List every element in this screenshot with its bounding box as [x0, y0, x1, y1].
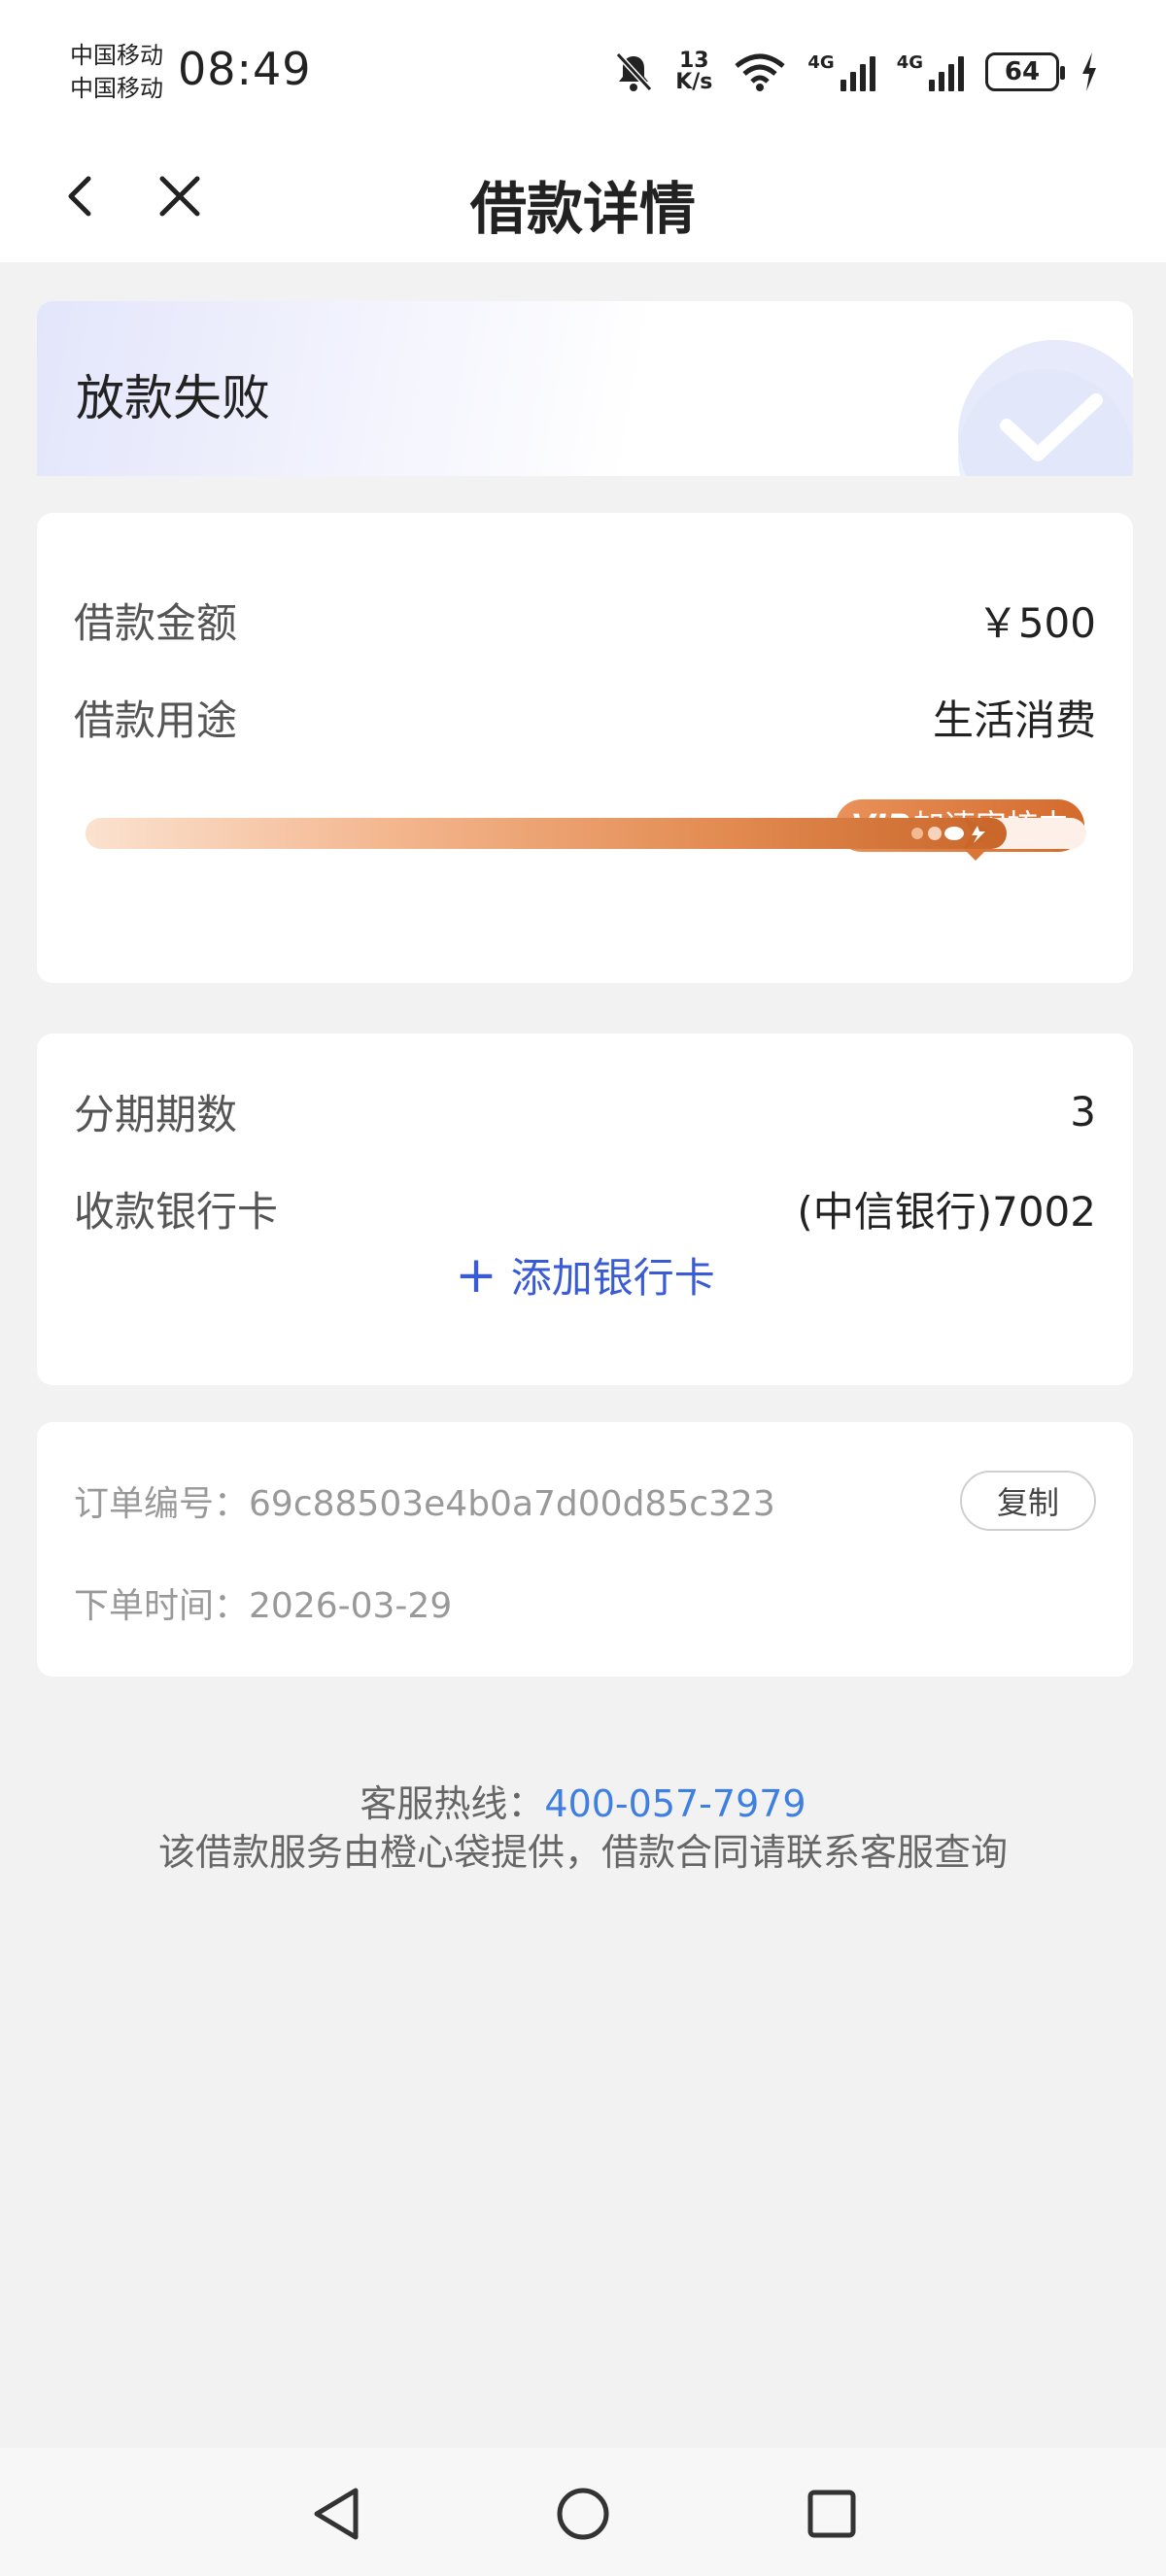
progress-fill: [86, 818, 1007, 849]
loan-purpose-label: 借款用途: [74, 695, 238, 744]
carrier-bottom: 中国移动: [70, 75, 163, 102]
review-progress-bar: [86, 804, 1086, 863]
rocket-icon: [910, 818, 997, 849]
check-icon: [1000, 393, 1103, 461]
loan-status: 放款失败: [76, 370, 270, 426]
net-speed-unit: K/s: [675, 70, 713, 94]
bank-card-label: 收款银行卡: [74, 1187, 279, 1236]
signal-strength-1: 4G: [807, 52, 875, 91]
order-info-card: 订单编号：69c88503e4b0a7d00d85c323 复制 下单时间：20…: [37, 1422, 1133, 1677]
order-time-label: 下单时间：: [74, 1586, 250, 1626]
loan-purpose-value: 生活消费: [932, 695, 1096, 744]
signal-strength-2: 4G: [897, 52, 964, 91]
installment-periods-row: 分期期数 3: [74, 1082, 1096, 1140]
hotline: 客服热线：400-057-7979: [0, 1774, 1166, 1827]
service-notice: 该借款服务由橙心袋提供，借款合同请联系客服查询: [157, 1831, 1008, 1874]
page-title: 借款详情: [469, 176, 696, 242]
loan-amount-row: 借款金额 ￥500: [74, 591, 1096, 649]
periods-label: 分期期数: [74, 1090, 238, 1138]
loan-status-card: 放款失败: [37, 301, 1133, 476]
order-number-value: 69c88503e4b0a7d00d85c323: [249, 1484, 775, 1524]
nav-back-triangle-icon[interactable]: [305, 2483, 367, 2545]
loan-amount-label: 借款金额: [74, 598, 238, 647]
plus-icon: +: [455, 1246, 497, 1305]
signal-2-label: 4G: [896, 52, 923, 73]
order-number-label: 订单编号：: [74, 1484, 250, 1524]
bell-off-icon: [615, 51, 653, 92]
order-number-row: 订单编号：69c88503e4b0a7d00d85c323 复制: [74, 1471, 1096, 1531]
loan-amount-value: ￥500: [977, 598, 1096, 647]
nav-recents-square-icon[interactable]: [801, 2483, 863, 2545]
order-time-row: 下单时间：2026-03-29: [74, 1577, 1096, 1628]
net-speed: 13 K/s: [675, 51, 712, 93]
signal-1-label: 4G: [807, 52, 835, 73]
status-bar: 中国移动 中国移动 08:49 13 K/s 4G 4G 64: [0, 0, 1166, 136]
page-header: 借款详情: [0, 136, 1166, 262]
bank-card-row[interactable]: 收款银行卡 (中信银行)7002: [74, 1179, 1096, 1237]
order-time-value: 2026-03-29: [249, 1586, 453, 1626]
battery-indicator: 64: [985, 52, 1065, 91]
carrier-info: 中国移动 中国移动: [70, 39, 163, 105]
wifi-icon: [735, 53, 785, 91]
clock: 08:49: [178, 43, 312, 95]
bank-card-value: (中信银行)7002: [797, 1187, 1096, 1236]
net-speed-value: 13: [678, 49, 709, 73]
add-bank-card-label: 添加银行卡: [510, 1254, 715, 1302]
nav-home-circle-icon[interactable]: [552, 2483, 614, 2545]
loan-purpose-row: 借款用途 生活消费: [74, 688, 1096, 746]
carrier-top: 中国移动: [70, 42, 163, 69]
battery-level: 64: [1004, 57, 1041, 86]
order-time: 下单时间：2026-03-29: [74, 1577, 452, 1628]
periods-value: 3: [1070, 1087, 1096, 1135]
loan-info-card: 借款金额 ￥500 借款用途 生活消费 VIP加速审核中: [37, 513, 1133, 983]
order-number: 订单编号：69c88503e4b0a7d00d85c323: [74, 1475, 775, 1526]
hotline-label: 客服热线：: [360, 1782, 545, 1825]
hotline-phone-link[interactable]: 400-057-7979: [544, 1782, 806, 1825]
bolt-icon: [1082, 52, 1096, 91]
copy-button[interactable]: 复制: [960, 1471, 1096, 1531]
system-navigation-bar: [0, 2448, 1166, 2576]
status-icons: 13 K/s 4G 4G 64: [613, 45, 1098, 99]
add-bank-card-button[interactable]: + 添加银行卡: [37, 1245, 1133, 1305]
installment-card: 分期期数 3 收款银行卡 (中信银行)7002 + 添加银行卡: [37, 1034, 1133, 1385]
